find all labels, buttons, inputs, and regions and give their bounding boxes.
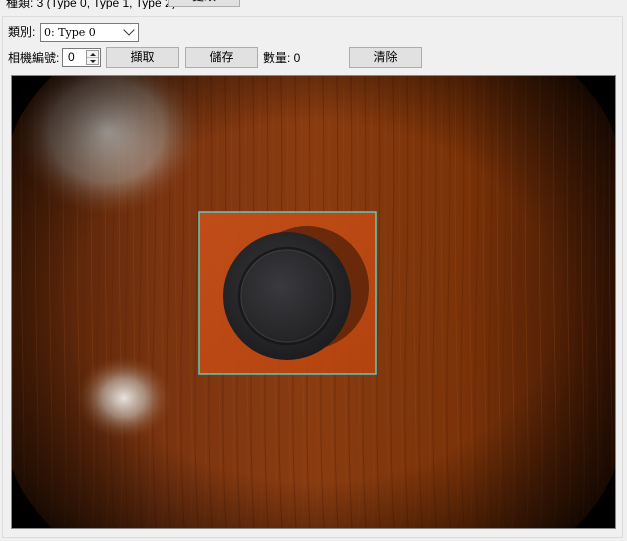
- chevron-down-icon: [123, 24, 135, 36]
- camera-preview[interactable]: [11, 75, 616, 529]
- stepper-down-icon[interactable]: [87, 58, 98, 64]
- stepper-up-icon[interactable]: [87, 51, 98, 58]
- save-button[interactable]: 儲存: [185, 47, 258, 68]
- count-text: 數量: 0: [263, 51, 301, 65]
- camera-image: [12, 76, 615, 528]
- camera-number-stepper[interactable]: 0: [62, 48, 101, 67]
- camera-number-value: 0: [68, 50, 75, 64]
- stepper-arrows: [86, 50, 99, 65]
- capture-button[interactable]: 擷取: [106, 47, 179, 68]
- category-select-value: 0: Type 0: [44, 26, 96, 39]
- category-label: 類別:: [8, 25, 36, 39]
- window: 種類: 3 (Type 0, Type 1, Type 2) 更改 類別: 0:…: [0, 0, 627, 541]
- change-button[interactable]: 更改: [168, 0, 240, 7]
- types-summary-text: 種類: 3 (Type 0, Type 1, Type 2): [6, 0, 176, 9]
- clear-button[interactable]: 清除: [349, 47, 422, 68]
- camera-number-label: 相機編號:: [8, 51, 60, 65]
- category-select[interactable]: 0: Type 0: [40, 23, 139, 42]
- top-row: 種類: 3 (Type 0, Type 1, Type 2) 更改: [0, 0, 627, 9]
